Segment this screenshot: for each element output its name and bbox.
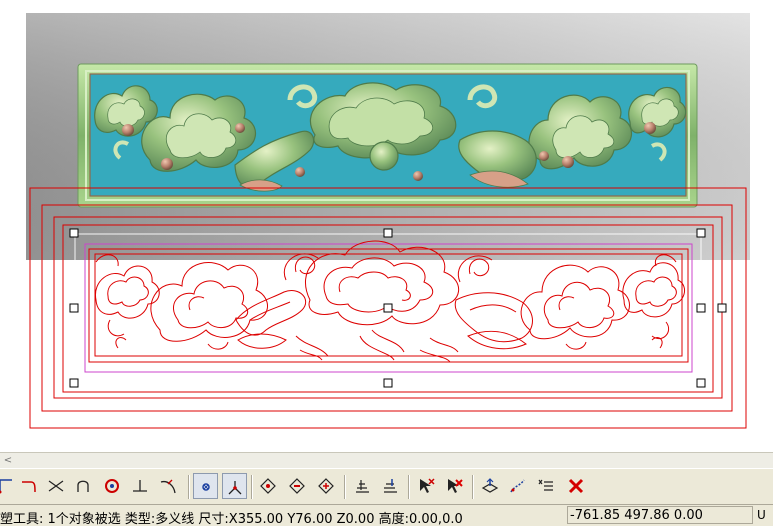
- status-message: 塑工具: 1个对象被选 类型:多义线 尺寸:X355.00 Y76.00 Z0.…: [0, 512, 463, 527]
- diamond-transform-2-button[interactable]: [285, 473, 310, 499]
- status-mode: U: [757, 508, 766, 522]
- handle-top-left: [69, 228, 79, 238]
- handle-right-outer: [717, 303, 727, 313]
- align-grid-button[interactable]: [378, 473, 403, 499]
- diamond-transform-3-icon: [318, 478, 334, 494]
- delete-x-icon: [568, 478, 584, 494]
- handle-center: [383, 303, 393, 313]
- corner-icon: [22, 481, 36, 493]
- scroll-left-button[interactable]: <: [2, 455, 14, 467]
- cursor-coordinates: -761.85 497.86 0.00: [567, 506, 753, 524]
- perpendicular-button[interactable]: [128, 473, 153, 499]
- trim-cross-button[interactable]: [44, 473, 69, 499]
- node-select-button[interactable]: [193, 473, 218, 499]
- diamond-transform-1-button[interactable]: [256, 473, 281, 499]
- align-bottom-button[interactable]: [350, 473, 375, 499]
- 3d-arrow-icon: [481, 478, 499, 493]
- arrow-delete-red-button[interactable]: [442, 473, 467, 499]
- handle-bottom-left: [69, 378, 79, 388]
- arc-connect-button[interactable]: [72, 473, 97, 499]
- arc-connect-icon: [77, 480, 89, 492]
- diamond-transform-1-icon: [260, 478, 276, 494]
- extend-curve-button[interactable]: [156, 473, 181, 499]
- circle-offset-button[interactable]: [100, 473, 125, 499]
- bottom-toolbar: [0, 468, 773, 504]
- delete-x-button[interactable]: [564, 473, 589, 499]
- arrow-delete-button[interactable]: [414, 473, 439, 499]
- list-check-button[interactable]: [534, 473, 559, 499]
- horizontal-scrollbar[interactable]: <: [0, 452, 773, 468]
- arrow-delete-red-icon: [448, 479, 463, 493]
- node-branch-button[interactable]: [222, 473, 247, 499]
- viewport-drawing: [26, 13, 750, 429]
- handle-bottom: [383, 378, 393, 388]
- node-select-icon: [202, 483, 210, 491]
- align-bottom-icon: [356, 480, 369, 493]
- arrow-delete-icon: [420, 478, 435, 493]
- curve-arc-icon: [0, 479, 12, 494]
- trim-cross-icon: [48, 480, 64, 492]
- align-grid-icon: [384, 479, 397, 493]
- node-branch-icon: [228, 481, 242, 495]
- list-check-icon: [538, 479, 553, 491]
- handle-top: [383, 228, 393, 238]
- perpendicular-icon: [133, 480, 147, 492]
- diamond-transform-3-button[interactable]: [314, 473, 339, 499]
- handle-top-right: [696, 228, 706, 238]
- curve-arrow-button[interactable]: [506, 473, 531, 499]
- corner-button[interactable]: [17, 473, 42, 499]
- curve-arrow-icon: [510, 479, 525, 493]
- extend-curve-icon: [160, 479, 176, 494]
- 3d-arrow-button[interactable]: [478, 473, 503, 499]
- handle-left: [69, 303, 79, 313]
- status-bar: 塑工具: 1个对象被选 类型:多义线 尺寸:X355.00 Y76.00 Z0.…: [0, 504, 773, 527]
- handle-bottom-right: [696, 378, 706, 388]
- handle-right: [696, 303, 706, 313]
- drawing-canvas[interactable]: [0, 0, 773, 452]
- circle-offset-icon: [105, 479, 119, 493]
- diamond-transform-2-icon: [289, 478, 305, 494]
